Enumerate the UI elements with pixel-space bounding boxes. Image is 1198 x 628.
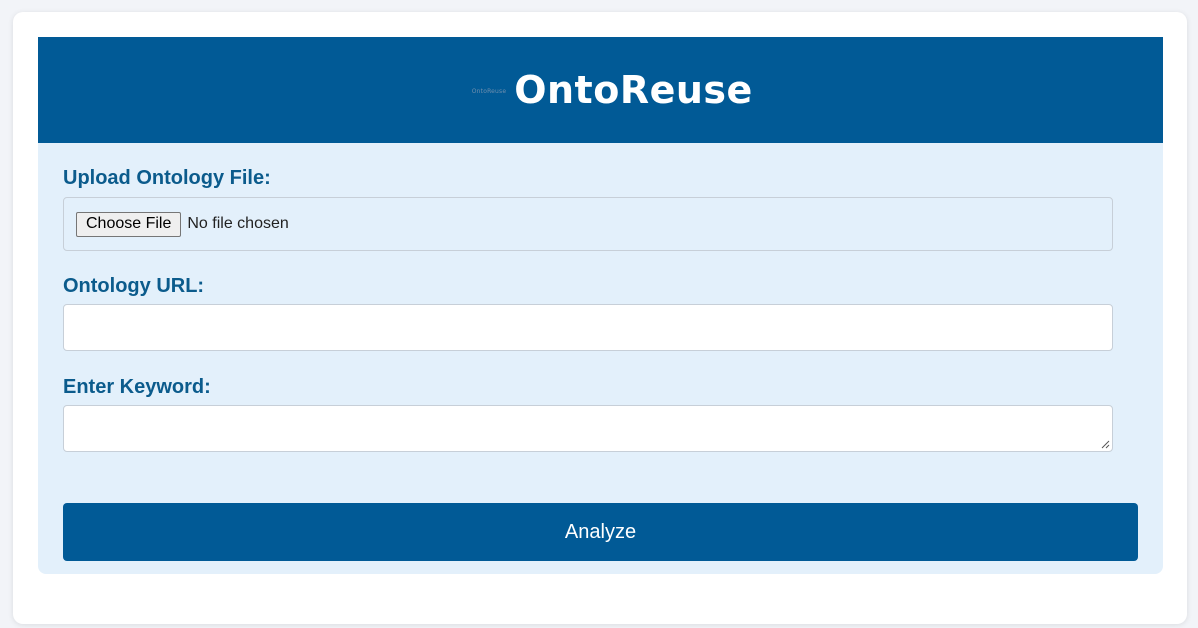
file-status-text: No file chosen bbox=[187, 215, 289, 232]
ontology-url-input[interactable] bbox=[63, 304, 1113, 351]
main-card: OntoReuse OntoReuse Upload Ontology File… bbox=[13, 12, 1187, 624]
keyword-textarea[interactable] bbox=[63, 405, 1113, 452]
ontology-form: Upload Ontology File: Choose File No fil… bbox=[38, 143, 1163, 574]
resize-handle-icon[interactable] bbox=[1100, 439, 1110, 449]
file-upload-field[interactable]: Choose File No file chosen bbox=[63, 197, 1113, 251]
app-title: OntoReuse bbox=[514, 68, 753, 112]
upload-file-label: Upload Ontology File: bbox=[63, 167, 271, 189]
keyword-label: Enter Keyword: bbox=[63, 376, 211, 398]
analyze-button[interactable]: Analyze bbox=[63, 503, 1138, 561]
ontology-url-label: Ontology URL: bbox=[63, 275, 205, 297]
app-logo: OntoReuse bbox=[471, 85, 507, 97]
choose-file-button[interactable]: Choose File bbox=[76, 211, 182, 237]
logo-text: OntoReuse bbox=[471, 87, 507, 95]
app-header: OntoReuse OntoReuse bbox=[38, 37, 1163, 143]
